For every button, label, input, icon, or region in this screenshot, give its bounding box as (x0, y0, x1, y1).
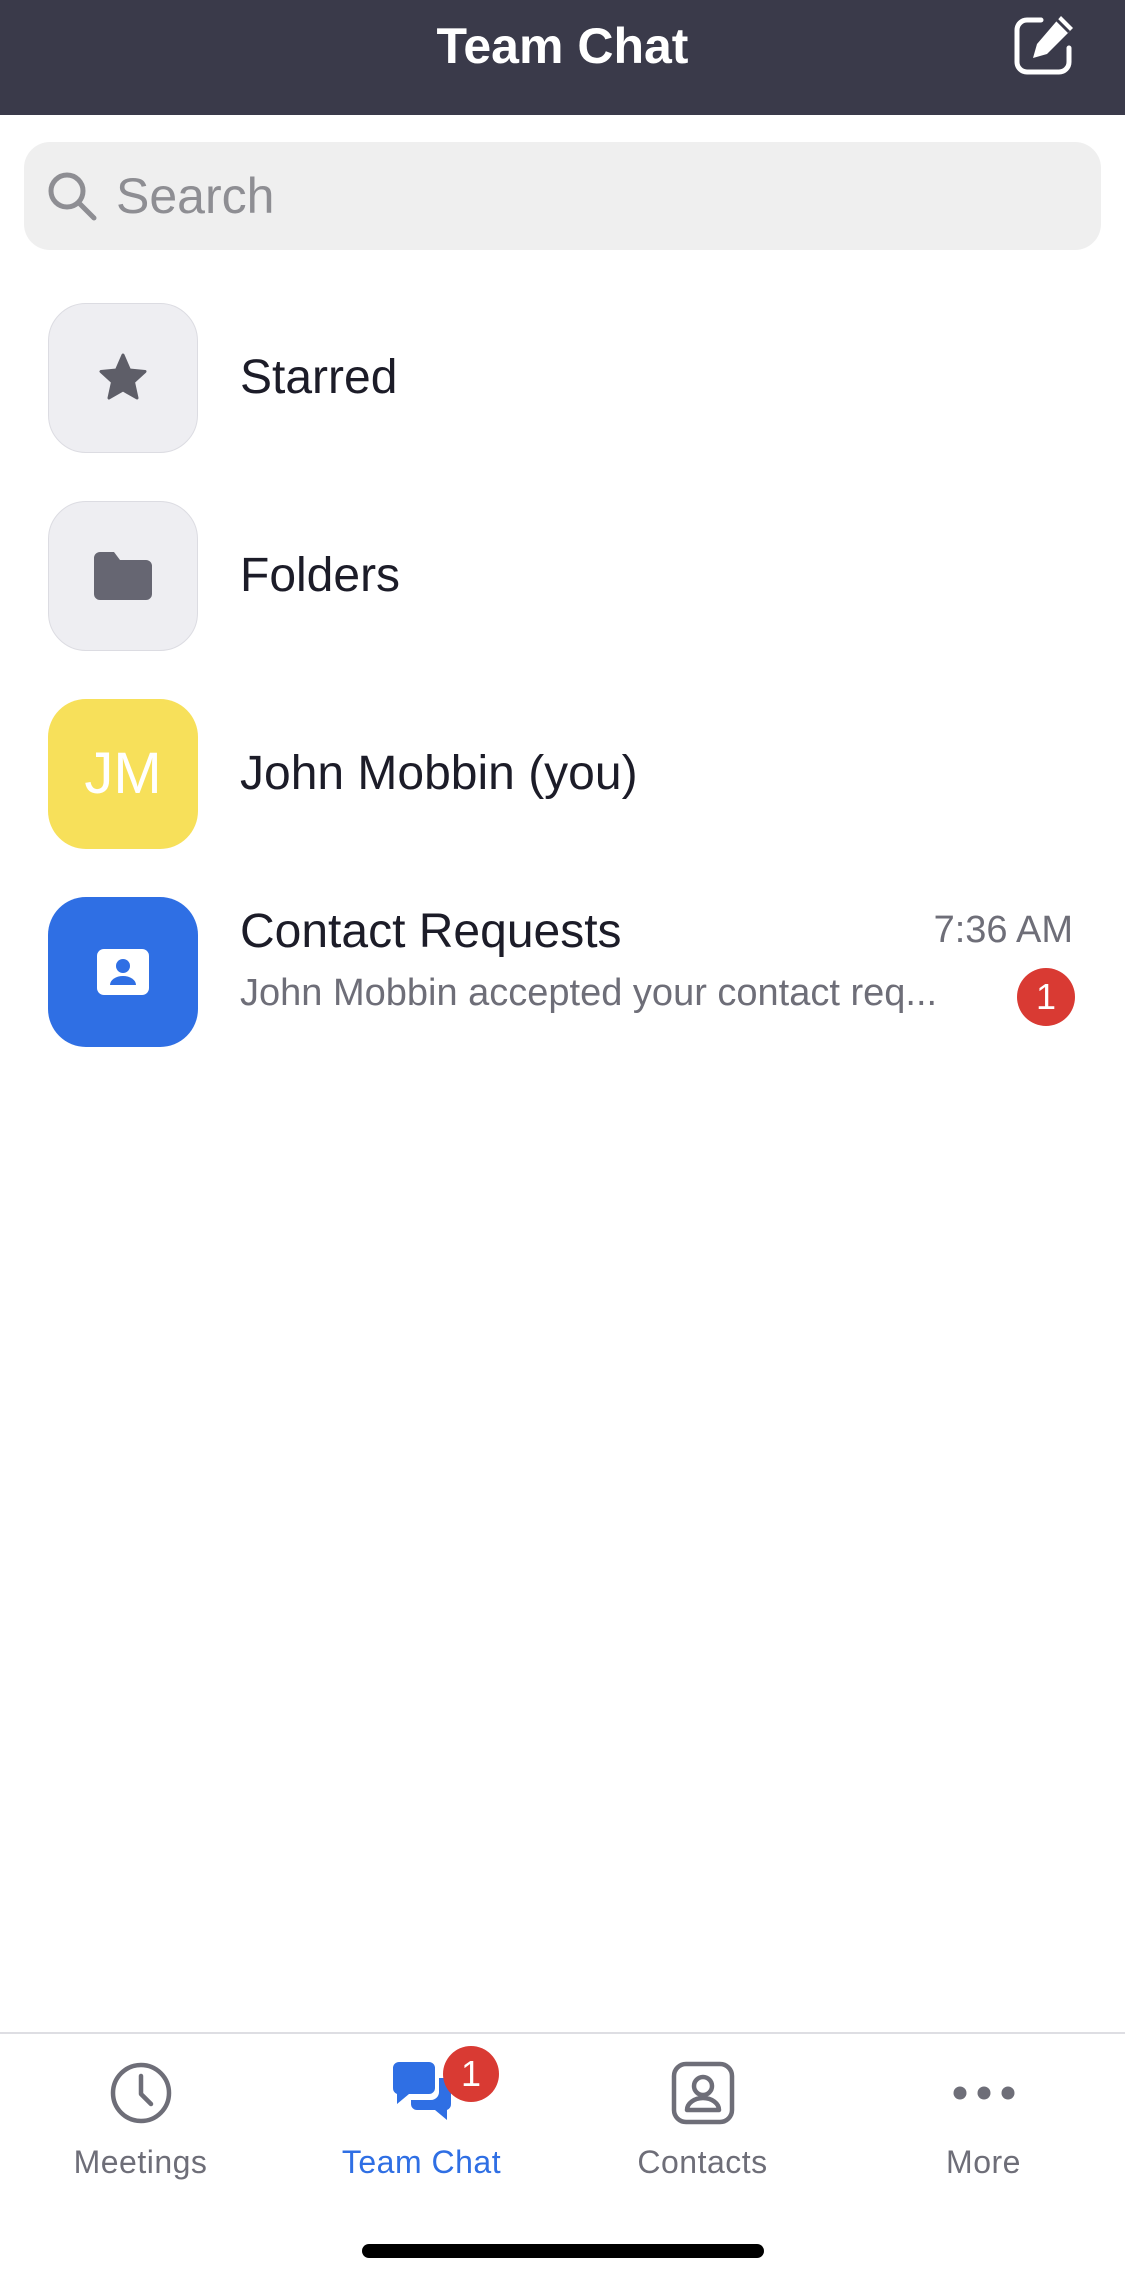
team-chat-screen: Team Chat Starred (0, 0, 1125, 2284)
starred-tile (48, 303, 198, 453)
tab-more-label: More (946, 2144, 1021, 2180)
folders-label: Folders (240, 549, 401, 602)
list-item-folders[interactable]: Folders (0, 486, 1125, 666)
avatar: JM (48, 699, 198, 849)
tab-more[interactable]: More (843, 2034, 1124, 2234)
folders-tile (48, 501, 198, 651)
compose-icon (1014, 16, 1073, 75)
contact-card-icon (97, 949, 149, 995)
list-item-contact-requests[interactable]: Contact Requests 7:36 AM John Mobbin acc… (0, 882, 1125, 1062)
self-chat-label: John Mobbin (you) (240, 747, 638, 800)
folder-icon (94, 552, 152, 600)
tab-contacts[interactable]: Contacts (562, 2034, 843, 2234)
clock-icon (110, 2062, 171, 2124)
contact-requests-tile (48, 897, 198, 1047)
tab-unread-badge: 1 (443, 2046, 499, 2102)
tab-team-chat-label: Team Chat (341, 2144, 502, 2180)
compose-button[interactable] (1011, 12, 1077, 78)
tab-contacts-label: Contacts (637, 2144, 768, 2180)
message-preview: John Mobbin accepted your contact req... (240, 972, 938, 1014)
list-item-starred[interactable]: Starred (0, 288, 1125, 468)
more-dots-icon (953, 2086, 1014, 2100)
search-bar (24, 142, 1101, 250)
tab-team-chat[interactable]: 1 Team Chat (281, 2034, 562, 2234)
search-input[interactable] (116, 142, 1076, 250)
contact-icon (671, 2061, 734, 2125)
tab-meetings-label: Meetings (73, 2144, 208, 2180)
starred-label: Starred (240, 351, 398, 404)
page-title: Team Chat (436, 18, 689, 74)
home-indicator[interactable] (362, 2244, 764, 2258)
list-item-self-chat[interactable]: JM John Mobbin (you) (0, 684, 1125, 864)
tab-meetings[interactable]: Meetings (0, 2034, 281, 2234)
header-bar: Team Chat (0, 0, 1125, 115)
contact-requests-label: Contact Requests (240, 905, 622, 958)
message-timestamp: 7:36 AM (933, 909, 1073, 951)
star-icon (99, 353, 147, 400)
search-icon (48, 172, 97, 221)
unread-badge: 1 (1017, 968, 1075, 1026)
avatar-initials: JM (84, 741, 162, 806)
